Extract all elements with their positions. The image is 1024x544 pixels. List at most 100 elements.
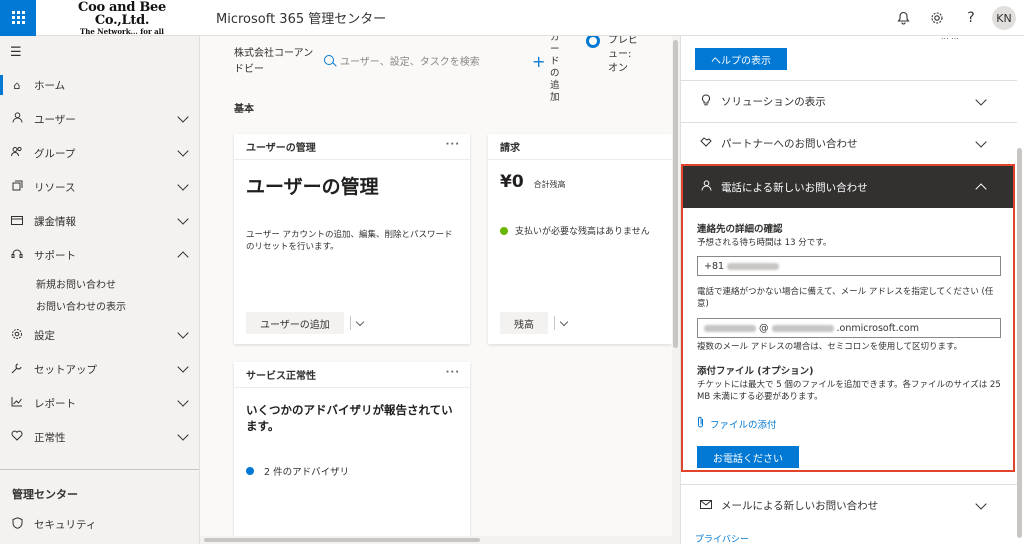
card-header: ユーザーの管理 ···	[234, 134, 470, 160]
phone-request-section: 電話による新しいお問い合わせ 連絡先の詳細の確認 予想される待ち時間は 13 分…	[681, 164, 1015, 472]
email-at: @	[759, 322, 769, 334]
attach-file-link[interactable]: ファイルの添付	[697, 416, 777, 431]
scrollbar-thumb[interactable]	[673, 40, 678, 348]
section-title: 基本	[234, 104, 254, 115]
admin-centers-heading: 管理センター	[12, 488, 78, 501]
toggle-icon	[586, 36, 600, 48]
contact-details-title: 連絡先の詳細の確認	[697, 224, 783, 235]
divider	[349, 316, 351, 330]
sidebar-divider	[0, 469, 199, 470]
main-content: 株式会社コーアンドビー ユーザー、設定、タスクを検索 + カードの追加 プレビュ…	[200, 36, 672, 544]
waffle-icon	[11, 11, 25, 24]
email-field[interactable]: @ .onmicrosoft.com	[697, 318, 1001, 338]
advisory-text: 2 件のアドバイザリ	[264, 467, 350, 478]
chevron-down-icon[interactable]	[559, 317, 569, 326]
privacy-link[interactable]: プライバシー	[695, 532, 749, 544]
chevron-down-icon	[177, 361, 189, 373]
sidebar-item-setup[interactable]: セットアップ	[0, 352, 199, 386]
more-icon[interactable]: ···	[446, 367, 460, 378]
chevron-down-icon	[177, 179, 189, 191]
sidebar-item-resources[interactable]: リソース	[0, 170, 199, 204]
balance-amount: ¥0	[500, 172, 524, 192]
email-note: 電話で連絡がつかない場合に備えて、メール アドレスを指定してください (任意)	[697, 287, 994, 309]
help-icon[interactable]: ?	[954, 0, 988, 36]
phone-prefix: +81	[704, 260, 725, 272]
wait-time-text: 予想される待ち時間は 13 分です。	[697, 238, 832, 248]
top-icons: ? KN	[886, 0, 1016, 36]
wrench-icon	[10, 362, 24, 377]
card-header-label: ユーザーの管理	[246, 143, 316, 154]
call-me-button[interactable]: お電話ください	[697, 446, 799, 468]
heart-icon	[10, 430, 24, 444]
accordion-solutions[interactable]: ソリューションの表示	[681, 80, 1017, 122]
billing-card: 請求 ¥0 合計残高 支払いが必要な残高はありません 残高	[488, 134, 672, 344]
card-header-label: サービス正常性	[246, 371, 316, 382]
button-row: ユーザーの追加	[246, 312, 365, 334]
chevron-down-icon[interactable]	[355, 317, 365, 326]
search-box[interactable]: ユーザー、設定、タスクを検索	[324, 48, 524, 72]
advisory-row[interactable]: 2 件のアドバイザリ	[234, 464, 470, 478]
card-header: サービス正常性 ···	[234, 362, 470, 388]
sidebar-subitem-view-requests[interactable]: お問い合わせの表示	[0, 294, 199, 316]
main-vertical-scrollbar[interactable]	[672, 36, 680, 544]
phone-request-header[interactable]: 電話による新しいお問い合わせ	[683, 166, 1013, 208]
more-icon[interactable]: ···	[446, 139, 460, 150]
bell-icon[interactable]	[886, 0, 920, 36]
sidebar-item-label: セットアップ	[34, 363, 97, 376]
panel-scrollbar-thumb[interactable]	[1017, 148, 1022, 538]
accordion-label: パートナーへのお問い合わせ	[721, 138, 858, 150]
sidebar-item-reports[interactable]: レポート	[0, 386, 199, 420]
main-horizontal-scrollbar[interactable]	[200, 536, 672, 544]
check-icon	[500, 226, 508, 235]
phone-field[interactable]: +81	[697, 256, 1001, 276]
chevron-down-icon	[177, 429, 189, 441]
add-user-button[interactable]: ユーザーの追加	[246, 312, 344, 334]
sidebar-item-users[interactable]: ユーザー	[0, 102, 199, 136]
billing-icon	[10, 215, 24, 228]
show-help-button[interactable]: ヘルプの表示	[695, 48, 787, 70]
sidebar-item-support[interactable]: サポート	[0, 238, 199, 272]
sidebar-item-label: 正常性	[34, 431, 66, 444]
gear-icon	[10, 328, 24, 343]
gear-icon[interactable]	[920, 0, 954, 36]
scrollbar-thumb[interactable]	[204, 538, 480, 542]
mail-icon	[699, 499, 713, 512]
sidebar-item-health[interactable]: 正常性	[0, 420, 199, 454]
search-icon	[324, 55, 334, 65]
accordion-email-request[interactable]: メールによる新しいお問い合わせ	[681, 484, 1017, 526]
accordion-partner[interactable]: パートナーへのお問い合わせ	[681, 122, 1017, 164]
sidebar: ☰ ⌂ ホーム ユーザー グループ リソース 課金情報 サポート 新規お問い合わ…	[0, 36, 200, 544]
app-launcher-button[interactable]	[0, 0, 36, 36]
sidebar-item-billing[interactable]: 課金情報	[0, 204, 199, 238]
sidebar-item-settings[interactable]: 設定	[0, 318, 199, 352]
app-title: Microsoft 365 管理センター	[216, 12, 387, 27]
button-row: 残高	[500, 312, 569, 334]
headset-icon	[10, 248, 24, 263]
shield-icon	[10, 516, 24, 532]
chart-icon	[10, 396, 24, 410]
sidebar-item-label: 課金情報	[34, 215, 76, 228]
redacted-text	[771, 324, 834, 332]
avatar[interactable]: KN	[992, 6, 1016, 30]
chevron-down-icon	[975, 136, 987, 148]
sidebar-subitem-new-request[interactable]: 新規お問い合わせ	[0, 272, 199, 294]
divider	[554, 316, 555, 330]
hamburger-icon[interactable]: ☰	[0, 36, 199, 68]
sidebar-item-label: サポート	[34, 249, 76, 262]
sidebar-item-groups[interactable]: グループ	[0, 136, 199, 170]
sidebar-item-security[interactable]: セキュリティ	[10, 514, 96, 534]
accordion-label: メールによる新しいお問い合わせ	[721, 500, 879, 512]
chevron-down-icon	[975, 498, 987, 510]
clipped-text: ... ...	[941, 36, 959, 41]
company-logo[interactable]: Coo and Bee Co.,Ltd. The Network... for …	[52, 1, 192, 35]
user-management-card: ユーザーの管理 ··· ユーザーの管理 ユーザー アカウントの追加、編集、削除と…	[234, 134, 470, 344]
paperclip-icon	[697, 416, 704, 431]
preview-label: プレビュー: オン	[608, 36, 638, 74]
search-input[interactable]: ユーザー、設定、タスクを検索	[340, 53, 480, 68]
balance-button[interactable]: 残高	[500, 312, 548, 334]
sidebar-item-home[interactable]: ⌂ ホーム	[0, 68, 199, 102]
add-icon[interactable]: +	[532, 52, 545, 71]
chevron-down-icon	[177, 213, 189, 225]
add-card-button[interactable]: カードの追加	[550, 36, 562, 104]
lightbulb-icon	[699, 94, 713, 109]
